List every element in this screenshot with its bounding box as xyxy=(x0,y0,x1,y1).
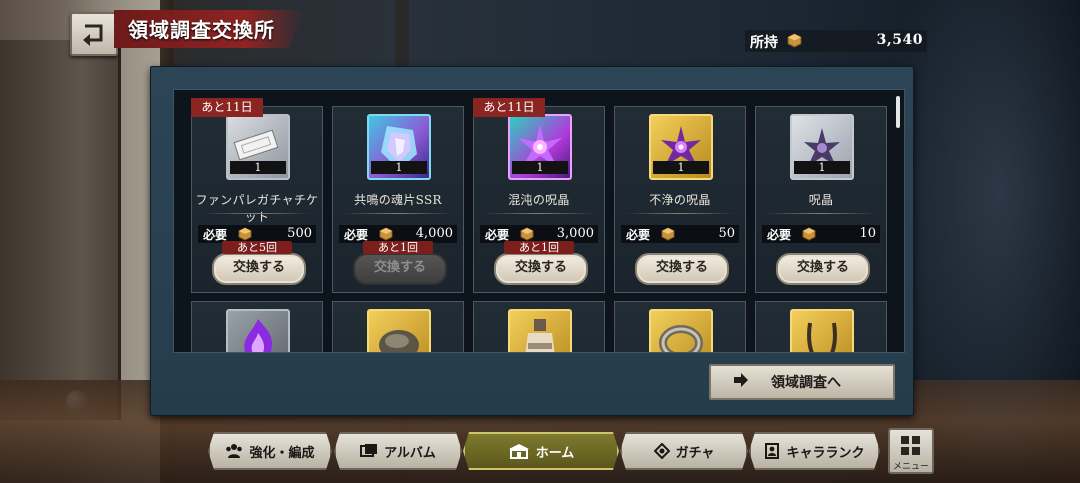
item-name: 呪晶 xyxy=(808,193,834,207)
menu-label: メニュー xyxy=(892,462,929,472)
cost-value: 4,000 xyxy=(415,226,453,241)
exchange-button-disabled[interactable]: 交換する xyxy=(353,253,447,285)
shop-item-card[interactable] xyxy=(191,301,323,352)
cost-value: 50 xyxy=(718,226,735,241)
stone-icon xyxy=(367,309,431,352)
shop-item-card[interactable] xyxy=(332,301,464,352)
nav-label: アルバム xyxy=(384,445,436,461)
item-quantity: 1 xyxy=(371,161,427,174)
divider xyxy=(343,213,453,214)
nav-label: キャラランク xyxy=(786,445,865,461)
item-name: 混沌の呪晶 xyxy=(508,193,570,207)
cost-value: 3,000 xyxy=(556,226,594,241)
home-icon xyxy=(508,443,530,459)
necklace-icon xyxy=(790,309,854,352)
remaining-count-tag: あと1回 xyxy=(504,241,574,254)
cost-label: 必要 xyxy=(767,228,792,242)
item-name: ファンパレガチャチケット xyxy=(195,193,319,224)
item-quantity: 1 xyxy=(653,161,709,174)
shop-item-card[interactable]: 1 不浄の呪晶 必要 50 交換する xyxy=(614,106,746,293)
item-name: 共鳴の魂片SSR xyxy=(354,193,442,207)
shop-item-card[interactable] xyxy=(473,301,605,352)
bracelet-icon xyxy=(649,309,713,352)
nav-upgrade-formation[interactable]: 強化・編成 xyxy=(208,432,332,470)
nav-home[interactable]: ホーム xyxy=(463,432,619,470)
cube-currency-icon xyxy=(802,227,816,241)
date-remaining-tag: あと11日 xyxy=(191,98,263,117)
cost-value: 500 xyxy=(287,226,312,241)
menu-button[interactable]: メニュー xyxy=(888,428,934,474)
shop-item-card[interactable]: 1 混沌の呪晶 必要 3,000 あと1回 交換する xyxy=(473,106,605,293)
album-icon xyxy=(360,443,378,459)
exchange-button[interactable]: 交換する xyxy=(776,253,870,285)
cost-value: 10 xyxy=(859,226,876,241)
nav-label: ガチャ xyxy=(675,445,715,461)
divider xyxy=(625,213,735,214)
background-door xyxy=(0,40,121,420)
bottle-icon xyxy=(508,309,572,352)
cube-currency-icon xyxy=(520,227,534,241)
cost-label: 必要 xyxy=(626,228,651,242)
divider xyxy=(766,213,876,214)
item-quantity: 1 xyxy=(794,161,850,174)
cube-currency-icon xyxy=(661,227,675,241)
exchange-button[interactable]: 交換する xyxy=(212,253,306,285)
item-name: 不浄の呪晶 xyxy=(649,193,711,207)
back-arrow-icon xyxy=(83,24,103,46)
to-domain-survey-button[interactable]: 領域調査へ xyxy=(709,364,895,400)
nav-album[interactable]: アルバム xyxy=(334,432,462,470)
gacha-icon xyxy=(654,443,670,459)
back-button[interactable] xyxy=(70,12,118,56)
cube-currency-icon xyxy=(238,227,252,241)
cost-row: 必要 10 xyxy=(762,225,880,243)
date-remaining-tag: あと11日 xyxy=(473,98,545,117)
nav-label: 強化・編成 xyxy=(249,445,315,461)
shop-item-card[interactable]: 1 ファンパレガチャチケット 必要 500 あと5回 交換する xyxy=(191,106,323,293)
cost-row: 必要 50 xyxy=(621,225,739,243)
divider xyxy=(484,213,594,214)
purple-flame-icon xyxy=(226,309,290,352)
owned-currency-bar: 所持 3,540 xyxy=(745,30,927,52)
owned-value: 3,540 xyxy=(876,32,923,48)
grid-menu-icon xyxy=(901,436,920,455)
arrow-right-icon xyxy=(734,373,748,387)
cube-currency-icon xyxy=(379,227,393,241)
divider xyxy=(202,213,312,214)
character-card-icon xyxy=(764,443,780,459)
item-quantity: 1 xyxy=(512,161,568,174)
scrollbar[interactable] xyxy=(896,96,900,128)
shop-item-card[interactable] xyxy=(614,301,746,352)
nav-chara-rank[interactable]: キャラランク xyxy=(749,432,880,470)
team-icon xyxy=(225,443,243,459)
nav-label: ホーム xyxy=(535,445,575,461)
nav-gacha[interactable]: ガチャ xyxy=(620,432,748,470)
item-grid[interactable]: 1 ファンパレガチャチケット 必要 500 あと5回 交換する 1 共鳴の魂片S… xyxy=(173,89,905,353)
exchange-button[interactable]: 交換する xyxy=(635,253,729,285)
page-title: 領域調査交換所 xyxy=(128,18,275,42)
cube-currency-icon xyxy=(787,33,802,48)
remaining-count-tag: あと1回 xyxy=(363,241,433,254)
exchange-button[interactable]: 交換する xyxy=(494,253,588,285)
shop-item-card[interactable]: 1 共鳴の魂片SSR 必要 4,000 あと1回 交換する xyxy=(332,106,464,293)
to-domain-survey-label: 領域調査へ xyxy=(771,375,841,391)
remaining-count-tag: あと5回 xyxy=(222,241,292,254)
shop-item-card[interactable]: 1 呪晶 必要 10 交換する xyxy=(755,106,887,293)
shop-item-card[interactable] xyxy=(755,301,887,352)
item-quantity: 1 xyxy=(230,161,286,174)
owned-label: 所持 xyxy=(750,35,778,51)
